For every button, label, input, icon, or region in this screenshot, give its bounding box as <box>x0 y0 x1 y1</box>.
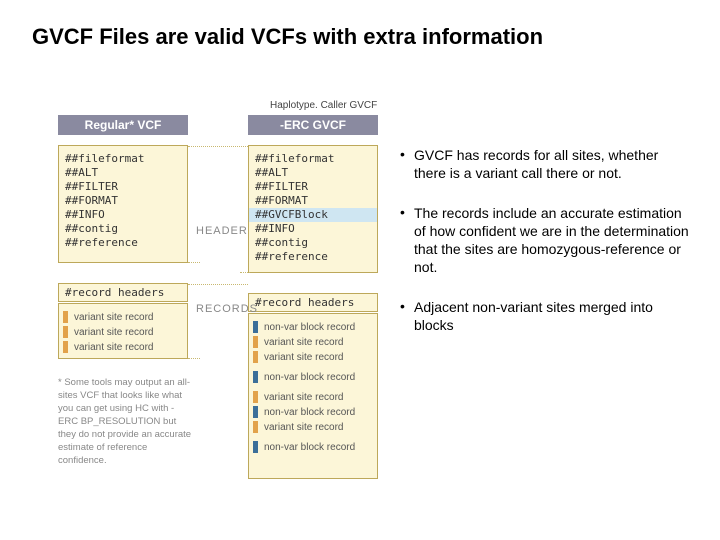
header-line: ##FILTER <box>65 180 181 194</box>
nonvar-tick-icon <box>253 321 258 333</box>
bullet-list: • GVCF has records for all sites, whethe… <box>400 146 690 356</box>
guide-line <box>188 358 200 359</box>
variant-tick-icon <box>63 341 68 353</box>
header-line: ##FORMAT <box>255 194 371 208</box>
header-line: ##fileformat <box>65 152 181 166</box>
record-label: non-var block record <box>264 407 355 418</box>
erc-gvcf-header-box: ##fileformat ##ALT ##FILTER ##FORMAT ##G… <box>248 145 378 273</box>
record-line: non-var block record <box>253 371 373 383</box>
regular-record-headers-label: #record headers <box>58 283 188 302</box>
record-line: variant site record <box>253 336 373 348</box>
header-line: ##FORMAT <box>65 194 181 208</box>
header-line-gvcfblock: ##GVCFBlock <box>249 208 377 222</box>
regular-records-box: variant site record variant site record … <box>58 303 188 359</box>
bullet-icon: • <box>400 204 414 276</box>
variant-tick-icon <box>253 351 258 363</box>
header-line: ##reference <box>255 250 371 264</box>
header-line: ##INFO <box>255 222 371 236</box>
page-title: GVCF Files are valid VCFs with extra inf… <box>32 24 543 50</box>
record-label: variant site record <box>74 312 153 323</box>
record-label: non-var block record <box>264 322 355 333</box>
variant-tick-icon <box>253 421 258 433</box>
guide-line <box>188 146 248 147</box>
guide-line <box>188 284 248 285</box>
variant-tick-icon <box>63 311 68 323</box>
record-line: variant site record <box>63 341 183 353</box>
variant-tick-icon <box>253 336 258 348</box>
record-line: variant site record <box>63 311 183 323</box>
record-label: variant site record <box>264 392 343 403</box>
bridge-label-header: HEADER <box>196 225 248 237</box>
nonvar-tick-icon <box>253 441 258 453</box>
tab-regular-vcf: Regular* VCF <box>58 115 188 135</box>
record-label: variant site record <box>264 337 343 348</box>
record-line: non-var block record <box>253 321 373 333</box>
tab-subtext-haplotypecaller: Haplotype. Caller GVCF <box>270 100 377 111</box>
header-line: ##fileformat <box>255 152 371 166</box>
header-line: ##INFO <box>65 208 181 222</box>
bridge-label-records: RECORDS <box>196 303 258 315</box>
record-label: variant site record <box>74 327 153 338</box>
record-line: variant site record <box>253 421 373 433</box>
record-line: variant site record <box>253 351 373 363</box>
bullet-text: The records include an accurate estimati… <box>414 204 690 276</box>
record-label: non-var block record <box>264 372 355 383</box>
bullet-icon: • <box>400 298 414 334</box>
erc-record-headers-label: #record headers <box>248 293 378 312</box>
record-label: non-var block record <box>264 442 355 453</box>
guide-line <box>188 262 200 263</box>
bullet-text: Adjacent non-variant sites merged into b… <box>414 298 690 334</box>
header-line: ##reference <box>65 236 181 250</box>
record-label: variant site record <box>264 352 343 363</box>
record-label: variant site record <box>264 422 343 433</box>
record-line: non-var block record <box>253 406 373 418</box>
erc-records-box: non-var block record variant site record… <box>248 313 378 479</box>
tab-erc-gvcf: -ERC GVCF <box>248 115 378 135</box>
list-item: • The records include an accurate estima… <box>400 204 690 276</box>
header-line: ##ALT <box>255 166 371 180</box>
header-line: ##contig <box>65 222 181 236</box>
header-line: ##contig <box>255 236 371 250</box>
variant-tick-icon <box>253 391 258 403</box>
record-line: variant site record <box>63 326 183 338</box>
record-line: variant site record <box>253 391 373 403</box>
record-label: variant site record <box>74 342 153 353</box>
guide-line <box>240 272 250 273</box>
header-line: ##FILTER <box>255 180 371 194</box>
list-item: • GVCF has records for all sites, whethe… <box>400 146 690 182</box>
nonvar-tick-icon <box>253 371 258 383</box>
variant-tick-icon <box>63 326 68 338</box>
bullet-icon: • <box>400 146 414 182</box>
nonvar-tick-icon <box>253 406 258 418</box>
header-line: ##ALT <box>65 166 181 180</box>
list-item: • Adjacent non-variant sites merged into… <box>400 298 690 334</box>
footnote-text: * Some tools may output an all-sites VCF… <box>58 376 194 467</box>
bullet-text: GVCF has records for all sites, whether … <box>414 146 690 182</box>
regular-vcf-header-box: ##fileformat ##ALT ##FILTER ##FORMAT ##I… <box>58 145 188 263</box>
record-line: non-var block record <box>253 441 373 453</box>
